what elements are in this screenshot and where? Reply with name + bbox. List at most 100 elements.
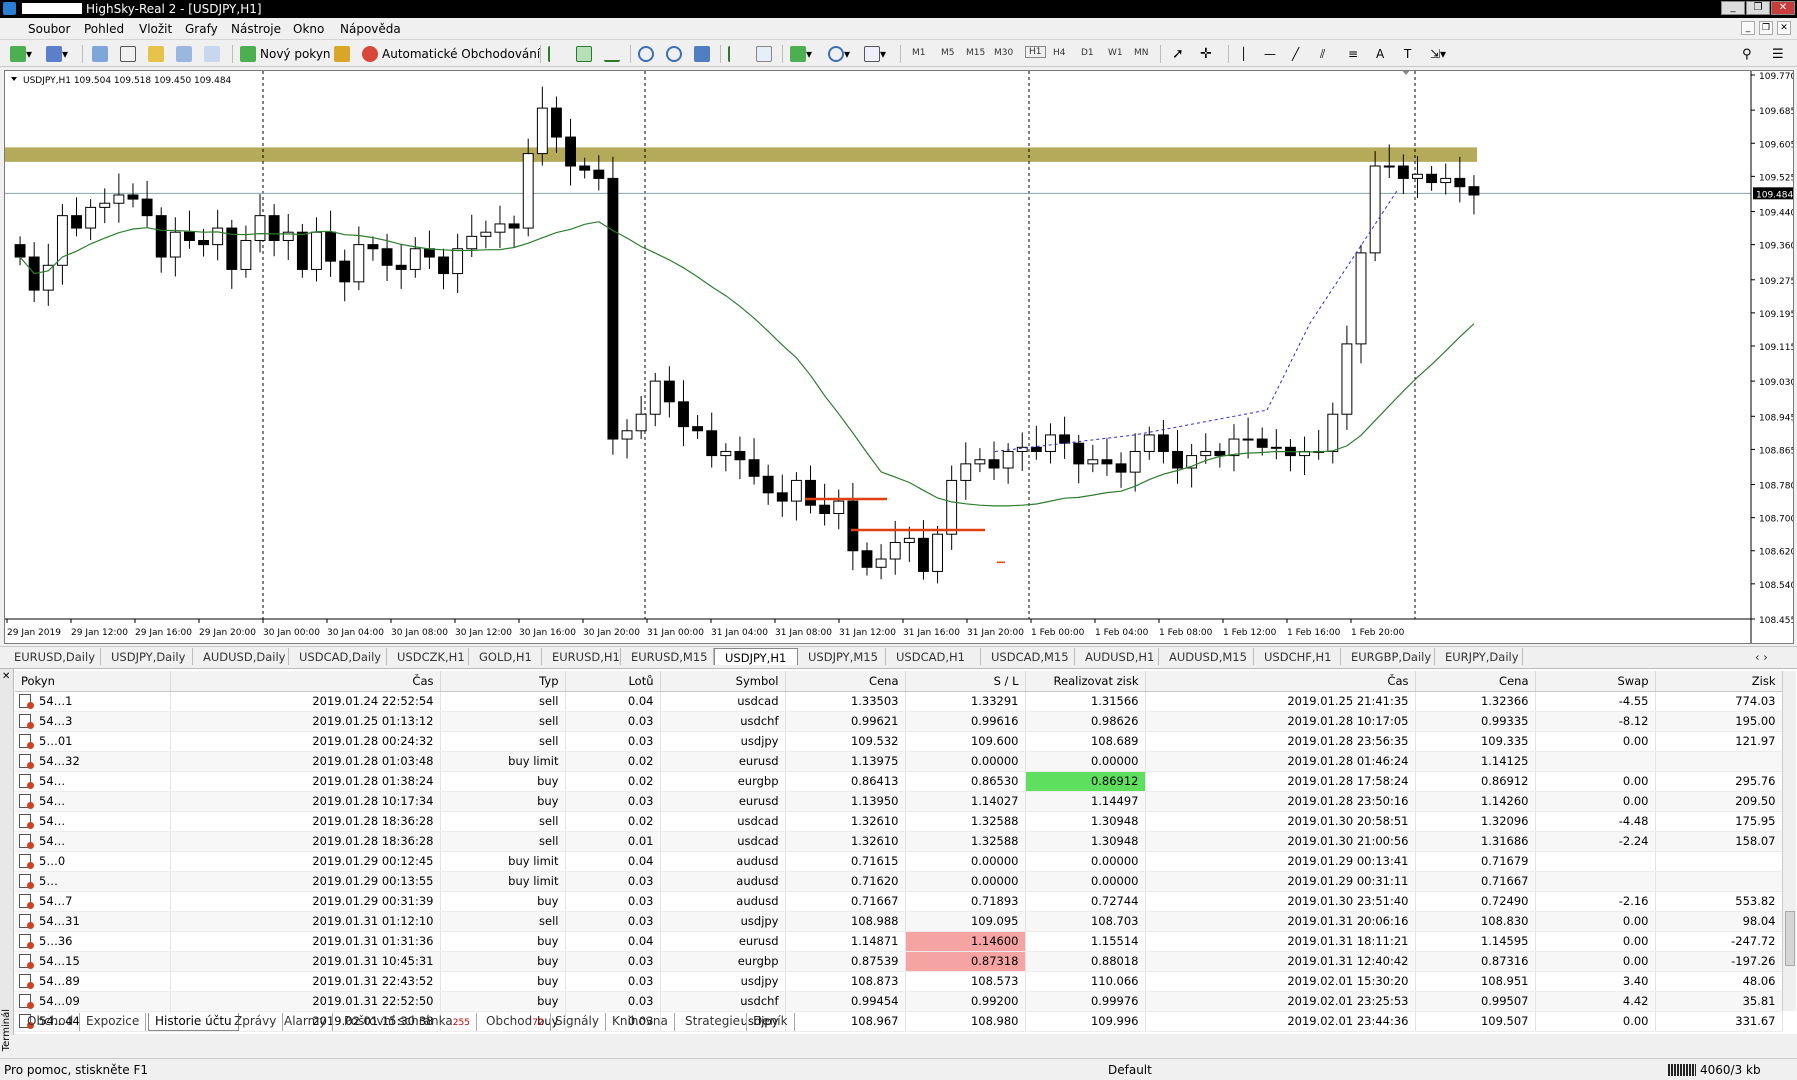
close-button[interactable]: ✕ <box>1771 1 1795 15</box>
chart-tab-usdczk-h1[interactable]: USDCZK,H1 <box>387 648 469 665</box>
tf-m1[interactable]: M1 <box>912 48 926 58</box>
table-row[interactable]: 54… 2019.01.28 18:36:28 sell 0.02 usdcad 1.32… <box>15 811 1783 832</box>
tf-h1[interactable]: H1 <box>1025 46 1046 58</box>
child-minimize-button[interactable]: _ <box>1741 21 1755 35</box>
menu-grafy[interactable]: Grafy <box>185 22 218 36</box>
column-header-5[interactable]: Cena <box>785 671 906 692</box>
tf-w1[interactable]: W1 <box>1108 48 1123 58</box>
autoscroll-icon[interactable] <box>756 45 772 63</box>
table-row[interactable]: 54… 2019.01.28 10:17:34 buy 0.03 eurusd 1.139… <box>15 791 1783 812</box>
menu-napoveda[interactable]: Nápověda <box>340 22 401 36</box>
line-chart-icon[interactable] <box>604 45 620 63</box>
menu-okno[interactable]: Okno <box>293 22 324 36</box>
minimize-button[interactable]: _ <box>1721 1 1745 15</box>
tf-mn[interactable]: MN <box>1134 48 1149 58</box>
table-row[interactable]: 54… 2019.01.28 01:38:24 buy 0.02 eurgbp 0.864… <box>15 771 1783 792</box>
new-order-button[interactable]: Nový pokyn <box>240 45 331 63</box>
terminal-tab-1[interactable]: Expozice <box>80 1013 147 1031</box>
horizontal-line-icon[interactable]: — <box>1264 45 1276 63</box>
chart-tab-audusd-h1[interactable]: AUDUSD,H1 <box>1075 648 1159 665</box>
terminal-tab-4[interactable]: Alarmy <box>278 1013 334 1031</box>
zoom-out-icon[interactable] <box>666 45 682 63</box>
terminal-tab-0[interactable]: Obchod <box>21 1013 81 1031</box>
price-chart[interactable]: 109.770 109.685 109.605 109.525 109.440 109.3… <box>4 70 1794 644</box>
column-header-11[interactable]: Zisk <box>1655 671 1783 692</box>
crosshair-icon[interactable]: ✛ <box>1200 45 1212 63</box>
fibonacci-icon[interactable]: ≡ <box>1348 45 1358 63</box>
table-row[interactable]: 54…89 2019.01.31 22:43:52 buy 0.03 usdjpy 108… <box>15 971 1783 992</box>
menu-vlozit[interactable]: Vložit <box>139 22 172 36</box>
chart-tab-usdjpy-m15[interactable]: USDJPY,M15 <box>798 648 886 665</box>
terminal-tab-9[interactable]: Strategie <box>679 1013 748 1031</box>
terminal-tab-8[interactable]: Knihovna <box>606 1013 675 1031</box>
table-row[interactable]: 5…01 2019.01.28 00:24:32 sell 0.03 usdjpy 109… <box>15 731 1783 752</box>
chart-tab-usdcad-m15[interactable]: USDCAD,M15 <box>981 648 1075 665</box>
data-window-icon[interactable] <box>120 45 136 63</box>
chart-shift-icon[interactable] <box>728 45 744 63</box>
chart-tab-usdjpy-h1[interactable]: USDJPY,H1 <box>714 648 798 665</box>
navigator-icon[interactable] <box>148 45 164 63</box>
terminal-close-icon[interactable]: ✕ <box>2 671 10 682</box>
tf-h4[interactable]: H4 <box>1053 48 1066 58</box>
chart-tab-audusd-daily[interactable]: AUDUSD,Daily <box>193 648 289 665</box>
periods-button[interactable]: ▾ <box>828 45 850 63</box>
metaeditor-icon[interactable] <box>334 45 350 63</box>
indicators-button[interactable]: ▾ <box>790 45 812 63</box>
table-row[interactable]: 54…31 2019.01.31 01:12:10 sell 0.03 usdjpy 10… <box>15 911 1783 932</box>
tf-m30[interactable]: M30 <box>994 48 1013 58</box>
search-icon[interactable]: ⚲ <box>1742 45 1752 63</box>
column-header-10[interactable]: Swap <box>1535 671 1656 692</box>
menu-pohled[interactable]: Pohled <box>84 22 124 36</box>
terminal-tab-5[interactable]: Poštovní schránka255 <box>338 1013 477 1031</box>
candlestick-icon[interactable] <box>576 45 592 63</box>
column-header-0[interactable]: Pokyn <box>15 671 171 692</box>
table-row[interactable]: 54…15 2019.01.31 10:45:31 buy 0.03 eurgbp 0.8… <box>15 951 1783 972</box>
table-row[interactable]: 5… 2019.01.29 00:13:55 buy limit 0.03 audusd… <box>15 871 1783 892</box>
vertical-line-icon[interactable]: │ <box>1240 45 1247 63</box>
channel-icon[interactable]: ⫽ <box>1320 45 1325 63</box>
trendline-icon[interactable]: ╱ <box>1292 45 1299 63</box>
menu-soubor[interactable]: Soubor <box>28 22 70 36</box>
child-close-button[interactable]: ✕ <box>1777 21 1791 35</box>
arrows-icon[interactable]: ⇲▾ <box>1430 45 1446 63</box>
chart-tab-usdcad-h1[interactable]: USDCAD,H1 <box>886 648 981 665</box>
scrollbar-thumb[interactable] <box>1785 911 1795 966</box>
tile-windows-icon[interactable] <box>694 45 710 63</box>
templates-button[interactable]: ▾ <box>864 45 886 63</box>
terminal-tab-2[interactable]: Historie účtu <box>148 1013 239 1031</box>
table-row[interactable]: 54…09 2019.01.31 22:52:50 buy 0.03 usdchf 0.9… <box>15 991 1783 1012</box>
chart-tab-gold-h1[interactable]: GOLD,H1 <box>469 648 542 665</box>
tf-m15[interactable]: M15 <box>966 48 985 58</box>
column-header-6[interactable]: S / L <box>905 671 1026 692</box>
text-icon[interactable]: A <box>1376 45 1384 63</box>
bar-chart-icon[interactable] <box>548 45 564 63</box>
chart-tab-usdchf-h1[interactable]: USDCHF,H1 <box>1254 648 1341 665</box>
chart-tab-eurgbp-daily[interactable]: EURGBP,Daily <box>1341 648 1435 665</box>
maximize-button[interactable]: ❐ <box>1746 1 1770 15</box>
column-header-4[interactable]: Symbol <box>660 671 786 692</box>
terminal-icon[interactable] <box>176 45 192 63</box>
cursor-icon[interactable]: ➚ <box>1172 45 1184 63</box>
text-label-icon[interactable]: T <box>1404 45 1411 63</box>
column-header-9[interactable]: Cena <box>1415 671 1536 692</box>
chart-tab-eurusd-m15[interactable]: EURUSD,M15 <box>621 648 714 665</box>
zoom-in-icon[interactable] <box>638 45 654 63</box>
column-header-3[interactable]: Lotů <box>565 671 661 692</box>
table-row[interactable]: 54…32 2019.01.28 01:03:48 buy limit 0.02 eur… <box>15 751 1783 772</box>
terminal-tab-6[interactable]: Obchod72 <box>480 1013 551 1031</box>
child-restore-button[interactable]: ❐ <box>1759 21 1773 35</box>
table-row[interactable]: 5…36 2019.01.31 01:31:36 buy 0.04 eurusd 1.14… <box>15 931 1783 952</box>
chart-tab-eurjpy-daily[interactable]: EURJPY,Daily <box>1435 648 1523 665</box>
column-header-8[interactable]: Čas <box>1145 671 1416 692</box>
tf-d1[interactable]: D1 <box>1081 48 1094 58</box>
terminal-tab-10[interactable]: Deník <box>747 1013 795 1031</box>
column-header-2[interactable]: Typ <box>440 671 566 692</box>
autotrading-button[interactable]: Automatické Obchodování <box>362 45 540 63</box>
community-icon[interactable]: ☰ <box>1772 45 1784 63</box>
tf-m5[interactable]: M5 <box>941 48 955 58</box>
table-row[interactable]: 54…1 2019.01.24 22:52:54 sell 0.04 usdcad 1.3… <box>15 691 1783 712</box>
chart-tab-eurusd-daily[interactable]: EURUSD,Daily <box>4 648 101 665</box>
table-row[interactable]: 54… 2019.01.28 18:36:28 sell 0.01 usdcad 1.32… <box>15 831 1783 852</box>
table-scrollbar[interactable] <box>1782 671 1796 1011</box>
market-watch-icon[interactable] <box>92 45 108 63</box>
